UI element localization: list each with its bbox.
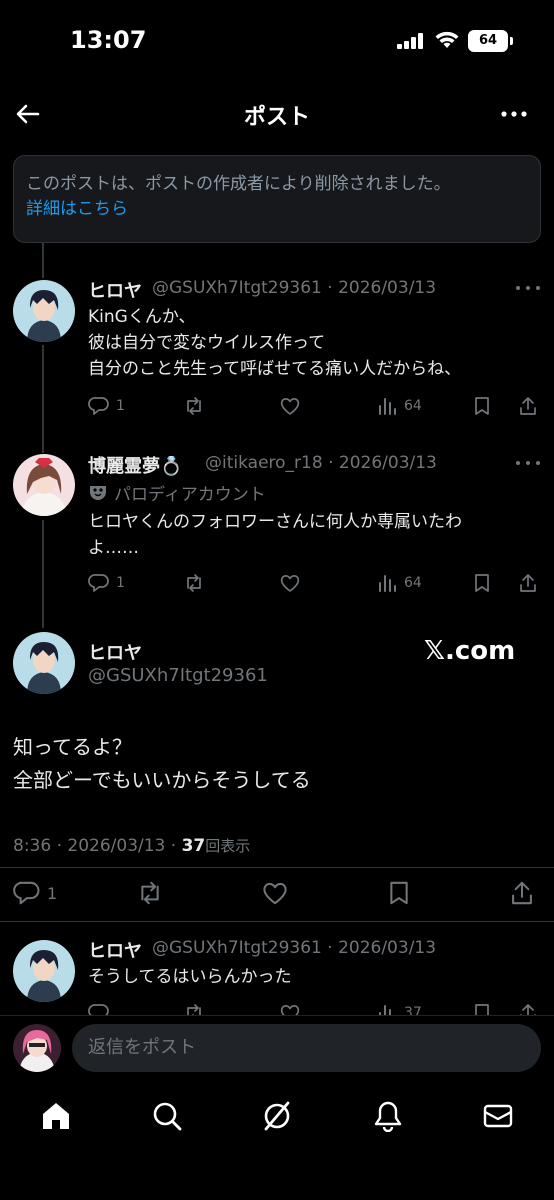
more-options-icon[interactable] — [514, 284, 542, 292]
author-name[interactable]: ヒロヤ — [88, 639, 142, 665]
author-name[interactable]: ヒロヤ — [88, 937, 142, 963]
battery-indicator: 64 — [468, 30, 508, 52]
repost-button[interactable] — [136, 879, 164, 907]
share-button[interactable] — [517, 395, 539, 417]
share-icon — [512, 881, 532, 905]
bookmark-icon — [475, 397, 489, 415]
share-button[interactable] — [517, 572, 539, 594]
more-options-icon[interactable] — [498, 100, 530, 128]
home-icon[interactable] — [40, 1100, 72, 1132]
bookmark-icon — [390, 881, 408, 905]
bottom-navigation — [0, 1078, 554, 1200]
share-icon — [520, 574, 536, 592]
bookmark-icon — [475, 574, 489, 592]
avatar[interactable] — [13, 454, 75, 516]
divider — [0, 921, 554, 922]
my-avatar[interactable] — [13, 1024, 61, 1072]
more-options-icon[interactable] — [514, 459, 542, 467]
views-chart-icon — [379, 398, 396, 415]
share-icon — [520, 397, 536, 415]
reply-input[interactable]: 返信をポスト — [72, 1024, 541, 1072]
reply-icon — [88, 397, 109, 415]
thread-connector — [42, 345, 44, 453]
deleted-notice-text: このポストは、ポストの作成者により削除されました。 — [26, 174, 451, 194]
share-button[interactable] — [508, 879, 536, 907]
reply-button[interactable]: 1 — [13, 879, 57, 907]
reply-icon — [88, 574, 109, 592]
repost-icon — [141, 881, 159, 905]
divider — [0, 867, 554, 868]
repost-icon — [187, 574, 201, 592]
x-watermark: 𝕏.com — [424, 636, 516, 666]
bookmark-button[interactable] — [471, 572, 493, 594]
view-count: 37 — [181, 836, 206, 856]
deleted-post-notice: このポストは、ポストの作成者により削除されました。 詳細はこちら — [13, 155, 541, 243]
author-handle: @itikaero_r18 · 2026/03/13 — [205, 453, 437, 473]
parody-mask-icon — [90, 486, 106, 500]
avatar[interactable] — [13, 280, 75, 342]
author-name[interactable]: ヒロヤ — [88, 277, 142, 303]
status-time: 13:07 — [70, 26, 147, 54]
learn-more-link[interactable]: 詳細はこちら — [26, 196, 528, 222]
main-post-text: 知ってるよ？ 全部どーでもいいからそうしてる — [13, 735, 311, 792]
like-button[interactable] — [279, 395, 301, 417]
views-button[interactable]: 64 — [376, 572, 422, 594]
repost-button[interactable] — [183, 395, 205, 417]
avatar[interactable] — [13, 632, 75, 694]
cellular-signal-icon — [397, 33, 423, 49]
wifi-icon — [435, 31, 459, 48]
post-text: ヒロヤくんのフォロワーさんに何人か専属いたわ よ…… — [88, 512, 462, 558]
post-meta: 8:36 · 2026/03/13 · 37回表示 — [13, 836, 251, 856]
author-name[interactable]: 博麗霊夢💍 — [88, 452, 182, 478]
bookmark-button[interactable] — [385, 879, 413, 907]
heart-icon — [280, 575, 300, 592]
repost-icon — [187, 397, 201, 415]
mail-icon[interactable] — [482, 1100, 514, 1132]
avatar[interactable] — [13, 940, 75, 1002]
post-text: そうしてるはいらんかった — [88, 967, 292, 987]
grok-icon[interactable] — [261, 1100, 293, 1132]
parody-label: パロディアカウント — [114, 485, 266, 505]
search-icon[interactable] — [151, 1100, 183, 1132]
bookmark-button[interactable] — [471, 395, 493, 417]
post-text: KinGくんか、 彼は自分で変なウイルス作って 自分のこと先生って呼ばせてる痛い… — [88, 307, 462, 379]
views-chart-icon — [379, 575, 396, 592]
reply-button[interactable]: 1 — [88, 395, 125, 417]
heart-icon — [280, 398, 300, 415]
like-button[interactable] — [279, 572, 301, 594]
author-handle: @GSUXh7Itgt29361 · 2026/03/13 — [152, 938, 437, 958]
author-handle: @GSUXh7Itgt29361 — [88, 665, 268, 686]
thread-connector — [42, 520, 44, 628]
bell-icon[interactable] — [372, 1100, 404, 1132]
views-button[interactable]: 64 — [376, 395, 422, 417]
thread-connector — [42, 243, 44, 278]
page-title: ポスト — [243, 105, 310, 130]
like-button[interactable] — [261, 879, 289, 907]
reply-icon — [13, 881, 40, 905]
reply-button[interactable]: 1 — [88, 572, 125, 594]
repost-button[interactable] — [183, 572, 205, 594]
ring-emoji: 💍 — [160, 456, 183, 477]
heart-icon — [263, 882, 287, 905]
battery-tip — [510, 37, 513, 45]
author-handle: @GSUXh7Itgt29361 · 2026/03/13 — [152, 278, 437, 298]
